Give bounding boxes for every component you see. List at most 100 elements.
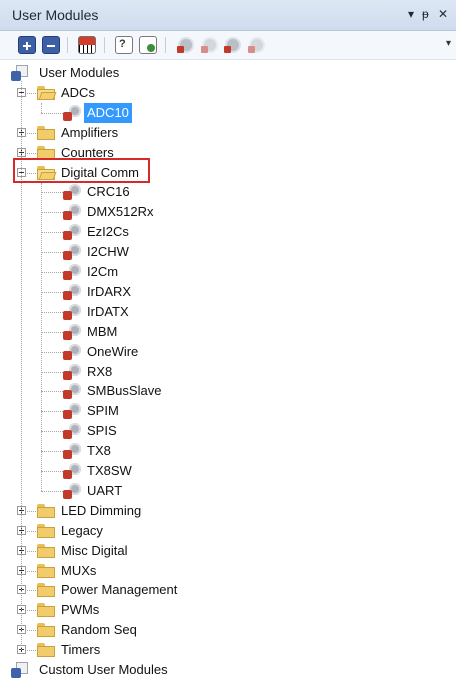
- place-module-icon[interactable]: [177, 36, 195, 54]
- tree-leaf[interactable]: CRC16: [0, 182, 456, 202]
- select-map-icon[interactable]: [78, 36, 96, 54]
- tree-leaf-label: TX8SW: [87, 463, 132, 478]
- tree-connector: [27, 590, 36, 592]
- tree-connector: [41, 490, 63, 492]
- digital-comm-highlight-box: [13, 158, 150, 183]
- datasheet-icon[interactable]: [139, 36, 157, 54]
- toolbar-overflow-icon[interactable]: ▾: [446, 38, 451, 49]
- tree-connector: [41, 272, 63, 273]
- tree-group-label: Amplifiers: [61, 124, 119, 140]
- tree-group-label: Random Seq: [61, 622, 137, 638]
- expand-all-icon[interactable]: [18, 36, 36, 54]
- tree-connector: [41, 391, 63, 393]
- toolbar-separator: [165, 37, 166, 53]
- user-module-icon: [63, 363, 81, 380]
- tree-connector: [41, 182, 42, 491]
- tree-group-label: Timers: [61, 642, 101, 658]
- tree-leaf-label: I2Cm: [87, 264, 119, 279]
- module-settings-icon[interactable]: [248, 36, 266, 54]
- tree-leaf[interactable]: I2CHW: [0, 242, 456, 262]
- module-tree[interactable]: User Modules ADCs ADC10 Amplifiers Counters D…: [0, 60, 456, 679]
- toolbar: ? ▾: [0, 31, 456, 60]
- tree-connector: [27, 530, 36, 532]
- user-module-icon: [63, 463, 81, 479]
- tree-leaf[interactable]: SPIS: [0, 421, 456, 441]
- folder-icon: [37, 523, 55, 538]
- tree-group[interactable]: Amplifiers: [0, 123, 456, 143]
- tree-leaf[interactable]: SMBusSlave: [0, 381, 456, 401]
- tree-leaf[interactable]: IrDATX: [0, 302, 456, 322]
- help-icon[interactable]: ?: [115, 36, 133, 54]
- tree-leaf[interactable]: I2Cm: [0, 262, 456, 282]
- tree-connector: [41, 192, 63, 194]
- toolbar-separator: [104, 37, 105, 53]
- tree-group[interactable]: LED Dimming: [0, 501, 456, 521]
- user-module-icon: [63, 184, 81, 201]
- tree-leaf[interactable]: RX8: [0, 362, 456, 382]
- tree-leaf-label: DMX512Rx: [87, 204, 154, 220]
- tree-leaf-label: SPIM: [87, 403, 119, 419]
- panel-titlebar: User Modules ▾ ᵽ ✕: [0, 0, 456, 31]
- window-menu-dropdown[interactable]: ▾: [408, 7, 414, 21]
- tree-group[interactable]: ADCs: [0, 83, 456, 103]
- tree-group[interactable]: Legacy: [0, 521, 456, 541]
- folder-icon: [37, 563, 55, 578]
- toolbar-separator: [67, 37, 68, 53]
- tree-group[interactable]: Misc Digital: [0, 541, 456, 561]
- user-module-icon: [63, 423, 81, 440]
- user-module-icon: [63, 443, 81, 460]
- user-module-icon: [63, 323, 81, 340]
- tree-connector: [41, 112, 63, 114]
- tree-connector: [41, 102, 42, 113]
- tree-leaf-label: I2CHW: [87, 244, 129, 260]
- tree-leaf[interactable]: EzI2Cs: [0, 222, 456, 242]
- tree-root[interactable]: User Modules: [0, 63, 456, 83]
- tree-group[interactable]: MUXs: [0, 561, 456, 581]
- tree-leaf[interactable]: IrDARX: [0, 282, 456, 302]
- collapse-all-icon[interactable]: [42, 36, 60, 54]
- tree-group-label: ADCs: [61, 84, 95, 100]
- add-module-icon[interactable]: [224, 36, 242, 54]
- tree-connector: [41, 451, 63, 453]
- unplace-module-icon[interactable]: [201, 36, 219, 54]
- tree-leaf[interactable]: SPIM: [0, 401, 456, 421]
- tree-group[interactable]: Random Seq: [0, 620, 456, 640]
- tree-group[interactable]: PWMs: [0, 600, 456, 620]
- tree-footer[interactable]: Custom User Modules: [0, 660, 456, 680]
- tree-connector: [41, 291, 63, 293]
- user-module-icon: [63, 224, 81, 241]
- tree-connector: [41, 371, 63, 373]
- tree-leaf-label: SMBusSlave: [87, 383, 162, 399]
- tree-group-label: Legacy: [61, 522, 103, 538]
- tree-leaf-label: IrDATX: [87, 303, 129, 319]
- tree-group[interactable]: Timers: [0, 640, 456, 660]
- user-module-icon: [63, 244, 81, 261]
- tree-leaf-label: ADC10: [84, 102, 132, 123]
- tree-leaf[interactable]: TX8: [0, 441, 456, 461]
- tree-leaf[interactable]: TX8SW: [0, 461, 456, 481]
- tree-leaf[interactable]: UART: [0, 481, 456, 501]
- tree-connector: [41, 431, 63, 433]
- tree-leaf-label: TX8: [87, 443, 111, 459]
- folder-open-icon: [37, 85, 57, 100]
- tree-group-label: Power Management: [61, 582, 178, 598]
- tree-leaf[interactable]: ADC10: [0, 102, 456, 123]
- tree-group-label: LED Dimming: [61, 502, 142, 518]
- panel-title: User Modules: [12, 7, 99, 23]
- tree-leaf[interactable]: MBM: [0, 322, 456, 342]
- tree-connector: [41, 471, 63, 472]
- tree-leaf[interactable]: OneWire: [0, 342, 456, 362]
- user-modules-root-icon: [11, 65, 29, 81]
- tree-connector: [41, 351, 63, 353]
- tree-leaf[interactable]: DMX512Rx: [0, 202, 456, 222]
- tree-root-label: User Modules: [39, 65, 120, 80]
- tree-connector: [27, 550, 36, 552]
- tree-leaf-label: CRC16: [87, 184, 130, 200]
- tree-connector: [27, 610, 36, 612]
- tree-leaf-label: EzI2Cs: [87, 224, 129, 240]
- tree-group[interactable]: Power Management: [0, 580, 456, 600]
- user-module-icon: [63, 283, 81, 300]
- tree-connector: [41, 331, 63, 333]
- pin-icon[interactable]: ᵽ: [422, 7, 429, 21]
- close-icon[interactable]: ✕: [438, 7, 448, 21]
